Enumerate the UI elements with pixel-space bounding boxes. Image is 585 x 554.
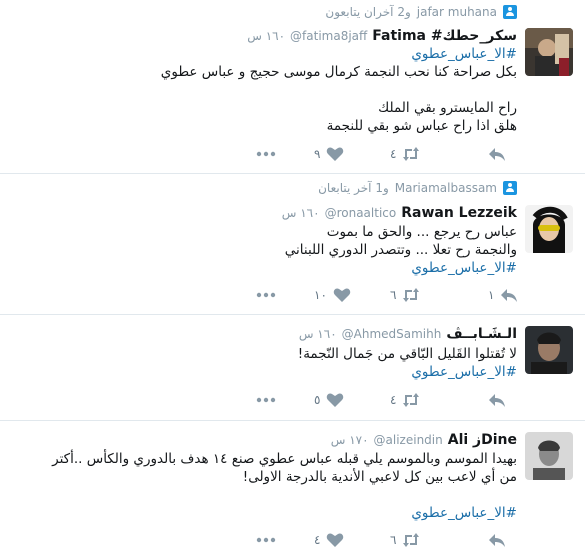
tweet-text: عباس رح يرجع ... والحق ما بموت والنجمة ر…: [77, 223, 517, 277]
more-dots-icon: [256, 151, 276, 157]
hashtag-link[interactable]: #الا_عباس_عطوي: [17, 504, 517, 522]
retweet-button[interactable]: ٦: [390, 285, 420, 305]
tweet[interactable]: الـشَـابــڤ @AhmedSamihh ١٦٠ س لا تُقتلو…: [0, 316, 585, 421]
heart-icon: [327, 533, 344, 547]
heart-icon: [327, 393, 344, 407]
tweet-line: [17, 486, 517, 504]
user-handle[interactable]: @AhmedSamihh: [342, 327, 442, 341]
retweet-icon: [403, 147, 420, 161]
avatar[interactable]: [525, 432, 573, 480]
like-count: ٥: [314, 393, 321, 407]
more-dots-icon: [256, 397, 276, 403]
tweet-line: راح المايسترو بقي الملك: [378, 100, 517, 116]
retweet-button[interactable]: ٤: [390, 144, 420, 164]
tweet-line: من أي لاعب بين كل لاعبي الأندية بالدرجة …: [242, 469, 517, 485]
avatar[interactable]: [525, 205, 573, 253]
retweet-button[interactable]: ٤: [390, 390, 420, 410]
tweet-actions: ٤ ٦: [240, 530, 520, 550]
tweet-time[interactable]: ١٧٠ س: [331, 433, 369, 447]
hashtag-link[interactable]: #الا_عباس_عطوي: [77, 259, 517, 277]
avatar[interactable]: [525, 326, 573, 374]
tweet-header: Ali زDine @alizeindin ١٧٠ س: [331, 432, 517, 448]
user-fullname[interactable]: الـشَـابــڤ: [446, 326, 517, 342]
tweet-text: بهيدا الموسم وبالموسم يلي قبله عباس عطوي…: [17, 450, 517, 522]
more-button[interactable]: [256, 144, 276, 164]
like-button[interactable]: ٥: [314, 390, 344, 410]
retweet-count: ٤: [390, 393, 397, 407]
reply-icon: [489, 534, 505, 547]
reply-icon: [501, 289, 518, 302]
context-user[interactable]: jafar muhana: [417, 5, 497, 19]
tweet-actions: ٥ ٤: [240, 390, 520, 410]
tweet[interactable]: و2 آخران يتابعون jafar muhana Fatima #سك…: [0, 0, 585, 174]
reply-icon: [489, 148, 505, 161]
retweet-count: ٦: [390, 288, 397, 302]
like-count: ٩: [314, 147, 321, 161]
like-button[interactable]: ٤: [314, 530, 344, 550]
tweet-line: لا تُقتلوا القَليل البّاقي من جَمال النّ…: [297, 346, 517, 362]
tweet-text: لا تُقتلوا القَليل البّاقي من جَمال النّ…: [77, 345, 517, 381]
user-fullname[interactable]: Fatima #سكر_حطك: [372, 28, 517, 44]
retweet-count: ٦: [390, 533, 397, 547]
like-button[interactable]: ١٠: [314, 285, 351, 305]
tweet-line: هلق اذا راح عباس شو بقي للنجمة: [326, 118, 517, 134]
tweet-time[interactable]: ١٦٠ س: [299, 327, 337, 341]
like-button[interactable]: ٩: [314, 144, 344, 164]
more-dots-icon: [256, 292, 276, 298]
more-dots-icon: [256, 537, 276, 543]
user-handle[interactable]: @ronaaltico: [325, 206, 397, 220]
tweet-line: بهيدا الموسم وبالموسم يلي قبله عباس عطوي…: [52, 451, 517, 467]
heart-icon: [327, 147, 344, 161]
reply-count: ١: [488, 288, 495, 302]
reply-button[interactable]: [488, 530, 506, 550]
user-fullname[interactable]: Rawan Lezzeik: [401, 205, 517, 221]
context-text: و1 آخر يتابعان: [318, 181, 389, 195]
follow-user-icon: [503, 181, 517, 195]
reply-button[interactable]: [488, 144, 506, 164]
retweet-icon: [403, 288, 420, 302]
reply-button[interactable]: [488, 390, 506, 410]
context-text: و2 آخران يتابعون: [325, 5, 411, 19]
like-count: ١٠: [314, 288, 327, 302]
more-button[interactable]: [256, 390, 276, 410]
tweet-time[interactable]: ١٦٠ س: [282, 206, 320, 220]
more-button[interactable]: [256, 530, 276, 550]
retweet-icon: [403, 393, 420, 407]
tweet-time[interactable]: ١٦٠ س: [247, 29, 285, 43]
tweet-header: Rawan Lezzeik @ronaaltico ١٦٠ س: [282, 205, 517, 221]
tweet[interactable]: و1 آخر يتابعان Mariamalbassam Rawan Lezz…: [0, 175, 585, 315]
hashtag-link[interactable]: #الا_عباس_عطوي: [77, 363, 517, 381]
reply-icon: [489, 394, 505, 407]
tweet[interactable]: Ali زDine @alizeindin ١٧٠ س بهيدا الموسم…: [0, 422, 585, 554]
reply-button[interactable]: ١: [488, 285, 518, 305]
retweet-icon: [403, 533, 420, 547]
retweet-button[interactable]: ٦: [390, 530, 420, 550]
retweet-count: ٤: [390, 147, 397, 161]
user-handle[interactable]: @alizeindin: [374, 433, 443, 447]
tweet-actions: ٩ ٤: [240, 144, 520, 164]
avatar[interactable]: [525, 28, 573, 76]
like-count: ٤: [314, 533, 321, 547]
tweet-actions: ١٠ ٦ ١: [240, 285, 520, 305]
context-user[interactable]: Mariamalbassam: [395, 181, 497, 195]
heart-icon: [333, 288, 351, 302]
follow-user-icon: [503, 5, 517, 19]
user-handle[interactable]: @fatima8jaff: [290, 29, 367, 43]
tweet-header: الـشَـابــڤ @AhmedSamihh ١٦٠ س: [299, 326, 517, 342]
tweet-line: [77, 81, 517, 99]
user-fullname[interactable]: Ali زDine: [448, 432, 517, 448]
tweet-line: والنجمة رح تعلا ... وتتصدر الدوري اللبنا…: [284, 242, 517, 258]
tweet-context: و2 آخران يتابعون jafar muhana: [325, 5, 517, 19]
tweet-context: و1 آخر يتابعان Mariamalbassam: [318, 181, 517, 195]
more-button[interactable]: [256, 285, 276, 305]
tweet-header: Fatima #سكر_حطك @fatima8jaff ١٦٠ س: [247, 28, 517, 44]
tweet-line: عباس رح يرجع ... والحق ما بموت: [326, 224, 517, 240]
hashtag-link[interactable]: #الا_عباس_عطوي: [77, 45, 517, 63]
tweet-text: #الا_عباس_عطوي بكل صراحة كنا نحب النجمة …: [77, 45, 517, 135]
tweet-line: بكل صراحة كنا نحب النجمة كرمال موسى حجيج…: [160, 64, 517, 80]
